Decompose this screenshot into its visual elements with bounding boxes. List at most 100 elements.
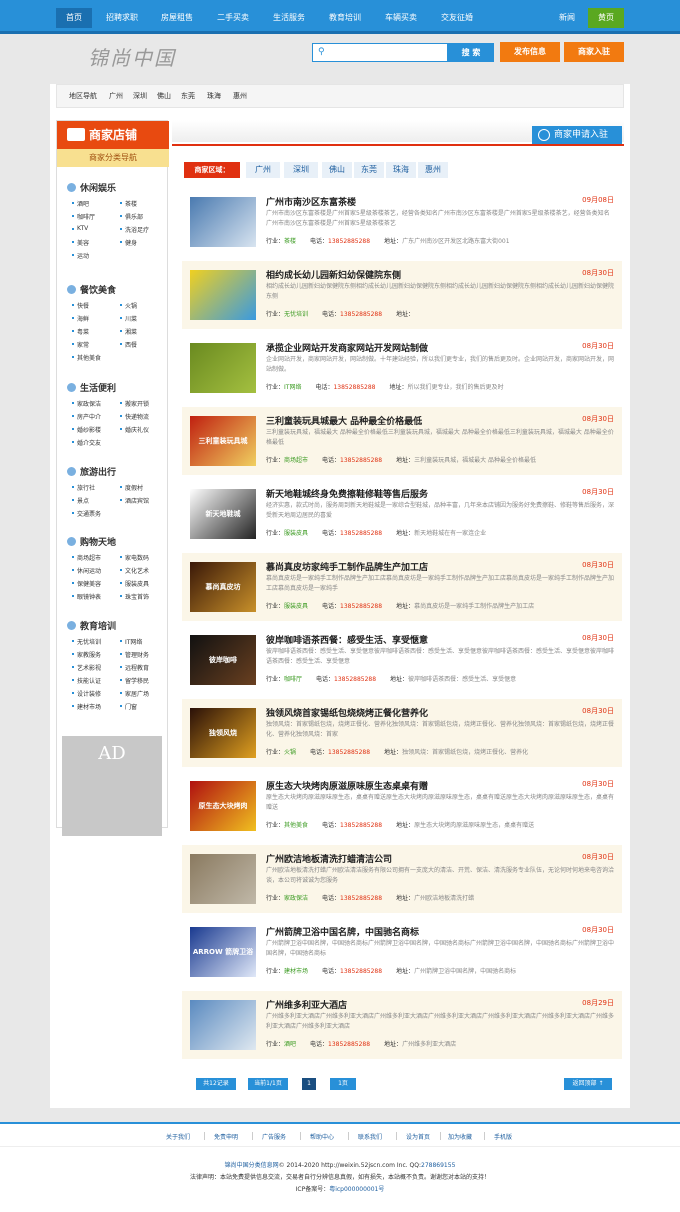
tab-dongguan[interactable]: 东莞 xyxy=(354,162,384,178)
sidebar-subcategory[interactable]: 景点 xyxy=(71,496,89,505)
listing-title[interactable]: 彼岸咖啡语茶西餐：感受生活、享受惬意 xyxy=(266,633,428,646)
footer-link-favorite[interactable]: 加为收藏 xyxy=(448,1132,472,1141)
list-item[interactable]: 原生态大块烤肉 原生态大块烤肉原滋原味原生态桌桌有赠 08月30日 原生态大块烤肉原滋… xyxy=(182,772,622,840)
list-item[interactable]: 彼岸咖啡 彼岸咖啡语茶西餐：感受生活、享受惬意 08月30日 彼岸咖啡语茶西餐：感受生… xyxy=(182,626,622,694)
pager-current[interactable]: 1 xyxy=(302,1078,316,1090)
sidebar-subcategory[interactable]: 交通票务 xyxy=(71,509,101,518)
sidebar-subcategory[interactable]: 家教服务 xyxy=(71,650,101,659)
nav-jobs[interactable]: 招聘求职 xyxy=(98,8,146,28)
list-item[interactable]: 新天地鞋城 新天地鞋城终身免费擦鞋修鞋等售后服务 08月30日 经济实惠，款式时尚，服… xyxy=(182,480,622,548)
sidebar-subcategory[interactable]: 健身 xyxy=(119,238,137,247)
listing-thumbnail[interactable] xyxy=(190,197,256,247)
list-item[interactable]: 广州欧洁地板清洗打蜡清洁公司 08月30日 广州欧洁地板清洗打蜡广州欧洁清洁服务有限… xyxy=(182,845,622,913)
sidebar-subcategory[interactable]: 快递物流 xyxy=(119,412,149,421)
listing-industry[interactable]: 建材市场 xyxy=(284,968,308,975)
sidebar-subcategory[interactable]: 远程教育 xyxy=(119,663,149,672)
sidebar-category[interactable]: 餐饮美食 xyxy=(67,283,116,296)
sidebar-subcategory[interactable]: 快餐 xyxy=(71,301,89,310)
nav-news[interactable]: 新闻 xyxy=(552,8,582,28)
sidebar-subcategory[interactable]: 管理财务 xyxy=(119,650,149,659)
merchant-join-button[interactable]: 商家入驻 xyxy=(564,42,624,62)
listing-thumbnail[interactable] xyxy=(190,854,256,904)
listing-title[interactable]: 广州箭牌卫浴中国名牌，中国驰名商标 xyxy=(266,925,419,938)
listing-title[interactable]: 广州维多利亚大酒店 xyxy=(266,998,347,1011)
nav-secondhand[interactable]: 二手买卖 xyxy=(208,8,258,28)
list-item[interactable]: 广州维多利亚大酒店 08月29日 广州维多利亚大酒店广州维多利亚大酒店广州维多利亚大… xyxy=(182,991,622,1059)
sidebar-subcategory[interactable]: 留学移民 xyxy=(119,676,149,685)
listing-industry[interactable]: 茶楼 xyxy=(284,238,296,245)
footer-link-about[interactable]: 关于我们 xyxy=(166,1132,190,1141)
listing-title[interactable]: 原生态大块烤肉原滋原味原生态桌桌有赠 xyxy=(266,779,428,792)
search-button[interactable]: 搜 索 xyxy=(448,43,494,62)
sidebar-subcategory[interactable]: 婚庆礼仪 xyxy=(119,425,149,434)
listing-industry[interactable]: 酒吧 xyxy=(284,1041,296,1048)
listing-industry[interactable]: 服装皮具 xyxy=(284,530,308,537)
nav-yellow-pages[interactable]: 黄页 xyxy=(588,8,624,28)
search-input[interactable]: ⚲ xyxy=(312,43,448,62)
listing-title[interactable]: 广州市南沙区东富茶楼 xyxy=(266,195,356,208)
region-city[interactable]: 东莞 xyxy=(181,91,195,101)
listing-industry[interactable]: 火锅 xyxy=(284,749,296,756)
region-city[interactable]: 佛山 xyxy=(157,91,171,101)
sidebar-subcategory[interactable]: 茶楼 xyxy=(119,199,137,208)
sidebar-subcategory[interactable]: 洗浴足疗 xyxy=(119,225,149,234)
sidebar-subcategory[interactable]: 保健美容 xyxy=(71,579,101,588)
nav-education[interactable]: 教育培训 xyxy=(320,8,370,28)
merchant-apply-button[interactable]: 商家申请入驻 xyxy=(532,126,622,144)
sidebar-subcategory[interactable]: 搬家开锁 xyxy=(119,399,149,408)
sidebar-subcategory[interactable]: 门窗 xyxy=(119,702,137,711)
listing-thumbnail[interactable] xyxy=(190,270,256,320)
sidebar-subcategory[interactable]: 运动 xyxy=(71,251,89,260)
listing-thumbnail[interactable]: 新天地鞋城 xyxy=(190,489,256,539)
sidebar-subcategory[interactable]: 其他美食 xyxy=(71,353,101,362)
sidebar-subcategory[interactable]: 服装皮具 xyxy=(119,579,149,588)
sidebar-subcategory[interactable]: 酒店宾馆 xyxy=(119,496,149,505)
sidebar-subcategory[interactable]: 婚纱影楼 xyxy=(71,425,101,434)
listing-thumbnail[interactable]: 原生态大块烤肉 xyxy=(190,781,256,831)
sidebar-subcategory[interactable]: 美容 xyxy=(71,238,89,247)
sidebar-subcategory[interactable]: 旅行社 xyxy=(71,483,95,492)
sidebar-subcategory[interactable]: KTV xyxy=(71,225,88,232)
footer-link-help[interactable]: 帮助中心 xyxy=(310,1132,334,1141)
nav-vehicles[interactable]: 车辆买卖 xyxy=(376,8,426,28)
sidebar-subcategory[interactable]: 房产中介 xyxy=(71,412,101,421)
sidebar-subcategory[interactable]: 文化艺术 xyxy=(119,566,149,575)
nav-life-service[interactable]: 生活服务 xyxy=(264,8,314,28)
list-item[interactable]: 慕尚真皮坊 慕尚真皮坊家纯手工制作品牌生产加工店 08月30日 慕尚真皮坊是一家纯手工… xyxy=(182,553,622,621)
listing-thumbnail[interactable]: 慕尚真皮坊 xyxy=(190,562,256,612)
sidebar-category[interactable]: 购物天地 xyxy=(67,535,116,548)
listing-industry[interactable]: 服装皮具 xyxy=(284,603,308,610)
sidebar-subcategory[interactable]: 酒吧 xyxy=(71,199,89,208)
listing-thumbnail[interactable] xyxy=(190,1000,256,1050)
site-logo[interactable]: 锦尚中国 xyxy=(88,42,176,71)
nav-dating[interactable]: 交友征婚 xyxy=(432,8,482,28)
listing-thumbnail[interactable]: ARROW 箭牌卫浴 xyxy=(190,927,256,977)
sidebar-subcategory[interactable]: 海鲜 xyxy=(71,314,89,323)
tab-zhuhai[interactable]: 珠海 xyxy=(386,162,416,178)
listing-title[interactable]: 慕尚真皮坊家纯手工制作品牌生产加工店 xyxy=(266,560,428,573)
listing-title[interactable]: 新天地鞋城终身免费擦鞋修鞋等售后服务 xyxy=(266,487,428,500)
ad-banner[interactable]: AD xyxy=(62,736,162,836)
sidebar-category[interactable]: 教育培训 xyxy=(67,619,116,632)
footer-qq-link[interactable]: 278869155 xyxy=(421,1162,455,1169)
footer-link-ads[interactable]: 广告服务 xyxy=(262,1132,286,1141)
list-item[interactable]: 广州市南沙区东富茶楼 09月08日 广州市南沙区东富茶楼是广州首家5星级茶楼茶艺，经… xyxy=(182,188,622,256)
list-item[interactable]: 承揽企业网站开发商家网站开发网站制做 08月30日 企业网站开发，商家网站开发，网站… xyxy=(182,334,622,402)
sidebar-subcategory[interactable]: 家政保洁 xyxy=(71,399,101,408)
listing-thumbnail[interactable]: 三利童装玩具城 xyxy=(190,416,256,466)
footer-link-contact[interactable]: 联系我们 xyxy=(358,1132,382,1141)
region-city[interactable]: 惠州 xyxy=(233,91,247,101)
listing-title[interactable]: 三利童装玩具城最大 品种最全价格最低 xyxy=(266,414,422,427)
sidebar-subcategory[interactable]: 休闲运动 xyxy=(71,566,101,575)
listing-title[interactable]: 相约成长幼儿园新妇幼保健院东侧 xyxy=(266,268,401,281)
footer-site-link[interactable]: 锦尚中国分类信息网 xyxy=(225,1162,279,1169)
sidebar-subcategory[interactable]: 商场超市 xyxy=(71,553,101,562)
tab-guangzhou[interactable]: 广州 xyxy=(246,162,280,178)
listing-industry[interactable]: 无忧培训 xyxy=(284,311,308,318)
sidebar-subcategory[interactable]: 眼镜钟表 xyxy=(71,592,101,601)
sidebar-subcategory[interactable]: 家电数码 xyxy=(119,553,149,562)
sidebar-category[interactable]: 旅游出行 xyxy=(67,465,116,478)
listing-title[interactable]: 独领风烧首家锡纸包烧烧烤正餐化营养化 xyxy=(266,706,428,719)
listing-industry[interactable]: 家政保洁 xyxy=(284,895,308,902)
sidebar-subcategory[interactable]: 湘菜 xyxy=(119,327,137,336)
